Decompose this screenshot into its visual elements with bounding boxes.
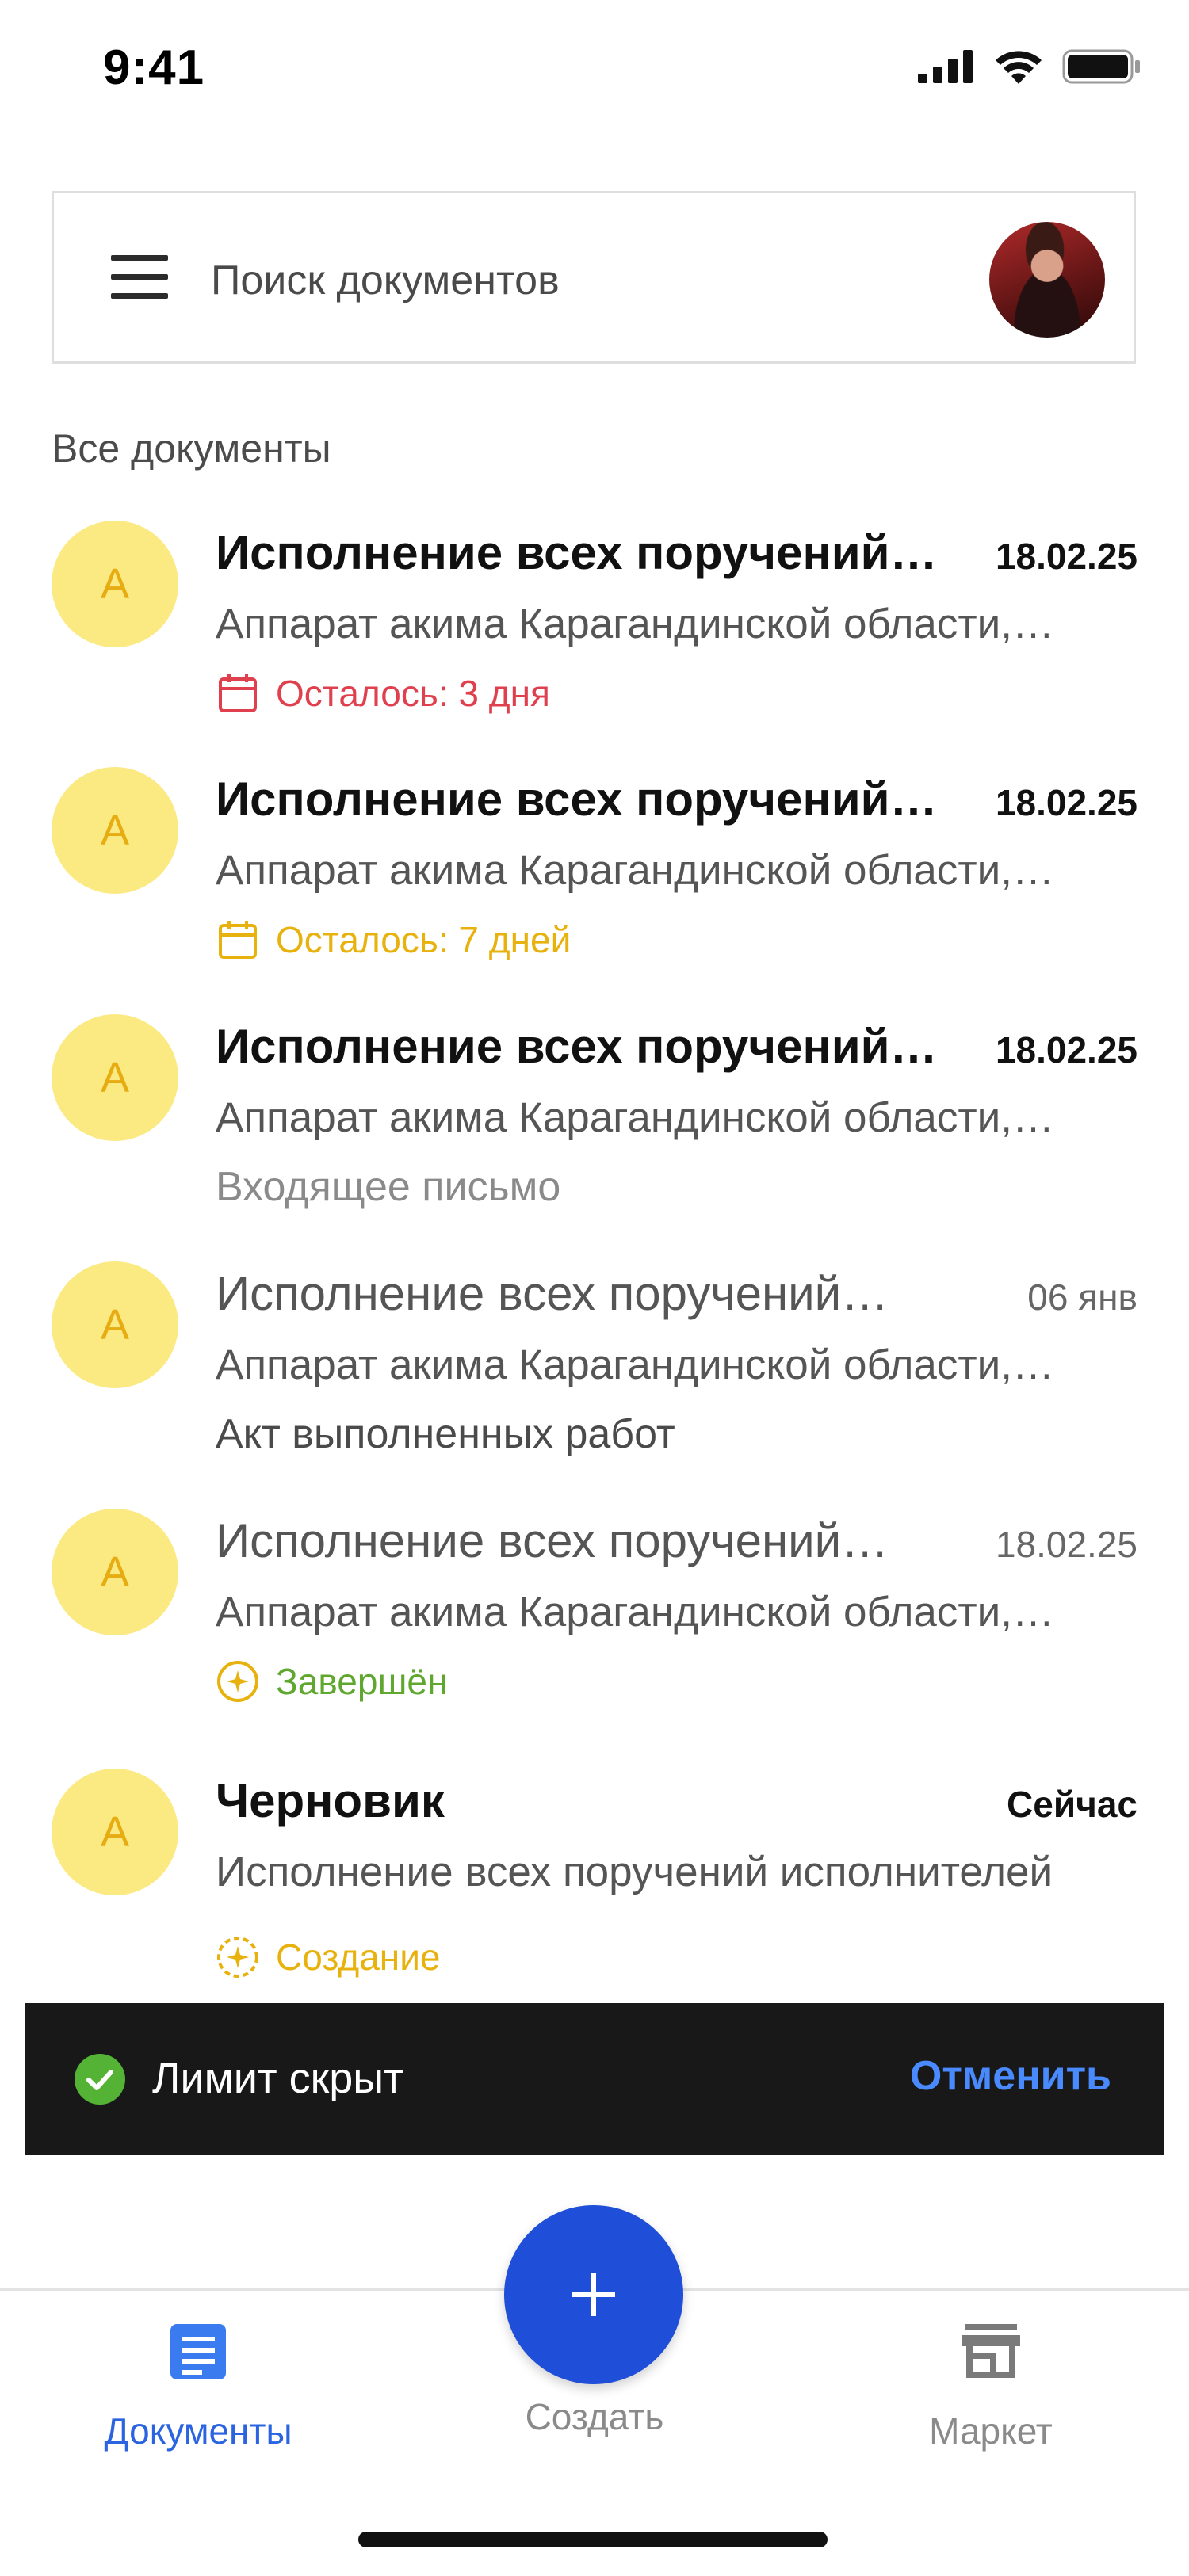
tab-market-label: Маркет: [929, 2410, 1053, 2452]
document-title: Черновик: [216, 1774, 445, 1827]
document-status: Входящее письмо: [216, 1165, 560, 1209]
tab-create-label: Создать: [525, 2396, 664, 2437]
document-status-label: Акт выполненных работ: [216, 1411, 675, 1457]
plus-icon-vertical: [591, 2273, 596, 2316]
document-title: Исполнение всех поручений…: [216, 1514, 889, 1567]
document-subtitle: Аппарат акима Карагандинской области,…: [216, 1341, 1054, 1388]
calendar-icon: [219, 921, 257, 959]
document-list-item[interactable]: А Исполнение всех поручений… 18.02.25 Ап…: [0, 1014, 1189, 1260]
document-status: Осталось: 7 дней: [216, 918, 571, 962]
document-status: Акт выполненных работ: [216, 1412, 675, 1456]
document-status: Осталось: 3 дня: [216, 671, 550, 716]
user-avatar[interactable]: [989, 222, 1105, 338]
document-subtitle: Аппарат акима Карагандинской области,…: [216, 847, 1054, 894]
snackbar-message: Лимит скрыт: [152, 2055, 403, 2102]
battery-icon: [1062, 49, 1140, 84]
snackbar: Лимит скрыт Отменить: [25, 2003, 1164, 2155]
document-subtitle: Исполнение всех поручений исполнителей: [216, 1849, 1053, 1895]
document-avatar: А: [52, 1769, 178, 1895]
document-avatar: А: [52, 1509, 178, 1635]
check-circle-icon: [75, 2054, 125, 2105]
document-title: Исполнение всех поручений…: [216, 1020, 938, 1073]
document-title: Исполнение всех поручений…: [216, 1267, 889, 1320]
tab-documents[interactable]: Документы: [40, 2291, 357, 2489]
create-document-button[interactable]: [504, 2205, 683, 2384]
store-icon: [962, 2324, 1020, 2378]
document-title: Исполнение всех поручений…: [216, 526, 938, 579]
document-status-label: Осталось: 7 дней: [276, 919, 572, 960]
tab-documents-label: Документы: [104, 2410, 292, 2452]
document-avatar: А: [52, 1261, 178, 1388]
cellular-signal-icon: [918, 50, 973, 83]
home-indicator: [358, 2532, 828, 2547]
undo-button[interactable]: Отменить: [910, 2052, 1111, 2100]
document-subtitle: Аппарат акима Карагандинской области,…: [216, 1094, 1054, 1141]
search-bar[interactable]: Поиск документов: [52, 191, 1136, 364]
document-date: 18.02.25: [995, 1029, 1137, 1070]
document-status-label: Входящее письмо: [216, 1164, 561, 1210]
completed-sparkle-icon: [217, 1661, 258, 1702]
section-title: Все документы: [52, 426, 331, 471]
document-status-label: Создание: [276, 1937, 441, 1978]
document-status-label: Завершён: [276, 1661, 448, 1702]
status-icons: [918, 49, 1141, 84]
document-status-label: Осталось: 3 дня: [276, 673, 550, 714]
document-date: 18.02.25: [995, 782, 1137, 823]
document-subtitle: Аппарат акима Карагандинской области,…: [216, 1589, 1054, 1635]
document-avatar: А: [52, 767, 178, 894]
document-list-item[interactable]: А Черновик Сейчас Исполнение всех поруче…: [0, 1769, 1189, 2014]
documents-icon: [170, 2324, 226, 2379]
document-list-item[interactable]: А Исполнение всех поручений… 18.02.25 Ап…: [0, 521, 1189, 766]
document-list-item[interactable]: А Исполнение всех поручений… 18.02.25 Ап…: [0, 1509, 1189, 1754]
document-status: Создание: [216, 1935, 440, 1979]
document-date: 18.02.25: [995, 536, 1137, 577]
document-date: Сейчас: [1007, 1784, 1137, 1825]
document-list-item[interactable]: А Исполнение всех поручений… 06 янв Аппа…: [0, 1261, 1189, 1507]
hamburger-menu-icon[interactable]: [111, 255, 168, 300]
document-avatar: А: [52, 521, 178, 647]
document-status: Завершён: [216, 1659, 447, 1704]
search-input[interactable]: Поиск документов: [211, 257, 560, 304]
document-list-item[interactable]: А Исполнение всех поручений… 18.02.25 Ап…: [0, 767, 1189, 1013]
draft-sparkle-icon: [217, 1937, 258, 1978]
document-avatar: А: [52, 1014, 178, 1141]
tab-market[interactable]: Маркет: [832, 2291, 1149, 2489]
document-date: 18.02.25: [995, 1524, 1137, 1565]
document-date: 06 янв: [1027, 1277, 1137, 1318]
wifi-icon: [996, 51, 1042, 84]
status-time: 9:41: [103, 40, 205, 95]
calendar-icon: [219, 674, 257, 712]
document-subtitle: Аппарат акима Карагандинской области,…: [216, 601, 1054, 647]
document-title: Исполнение всех поручений…: [216, 773, 938, 826]
status-bar: 9:41: [0, 0, 1189, 143]
